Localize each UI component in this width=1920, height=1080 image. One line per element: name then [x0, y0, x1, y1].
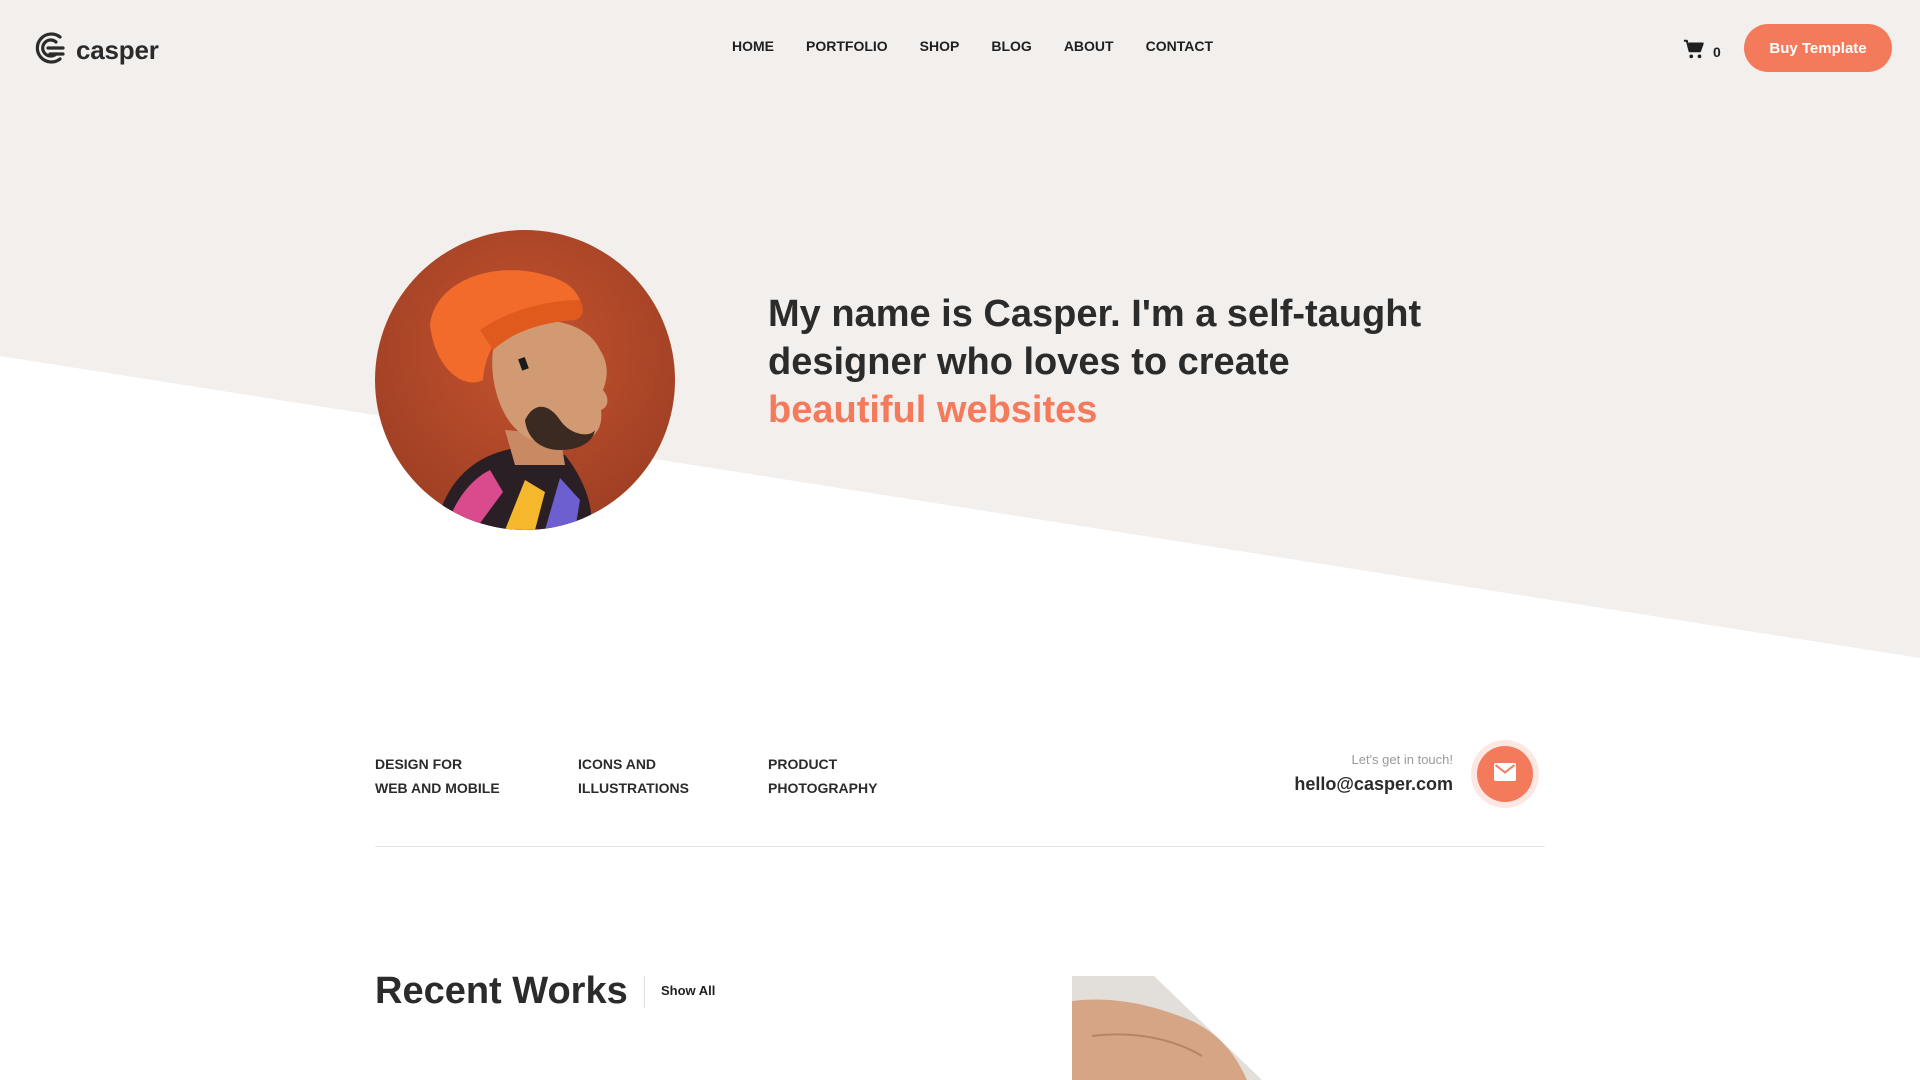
profile-avatar [375, 230, 675, 530]
contact-email-link[interactable]: hello@casper.com [1294, 774, 1453, 794]
email-button[interactable] [1477, 746, 1533, 802]
service-line: ICONS AND [578, 756, 657, 772]
service-line: PRODUCT [768, 756, 838, 772]
nav-about[interactable]: ABOUT [1064, 38, 1114, 54]
title-separator [644, 976, 645, 1008]
nav-contact[interactable]: CONTACT [1146, 38, 1213, 54]
service-line: PHOTOGRAPHY [768, 780, 878, 796]
cart-count: 0 [1713, 43, 1721, 60]
contact-info: Let's get in touch! hello@casper.com [1240, 750, 1453, 798]
nav-home[interactable]: HOME [732, 38, 774, 54]
envelope-icon [1494, 762, 1516, 786]
service-line: WEB AND MOBILE [375, 780, 500, 796]
work-thumbnail[interactable] [1072, 976, 1545, 1080]
nav-portfolio[interactable]: PORTFOLIO [806, 38, 888, 54]
main-nav: HOME PORTFOLIO SHOP BLOG ABOUT CONTACT [732, 38, 1213, 54]
cart-button[interactable]: 0 [1683, 38, 1721, 65]
headline-line-1: My name is Casper. I'm a self-taught [768, 293, 1422, 335]
headline-line-2: designer who loves to create [768, 341, 1290, 383]
contact-hint: Let's get in touch! [1351, 752, 1454, 767]
service-web-mobile: DESIGN FOR WEB AND MOBILE [375, 752, 500, 800]
show-all-link[interactable]: Show All [661, 983, 715, 998]
service-line: DESIGN FOR [375, 756, 463, 772]
recent-works-title: Recent Works [375, 970, 628, 1012]
service-product-photography: PRODUCT PHOTOGRAPHY [768, 752, 877, 800]
brand-logo[interactable]: casper [30, 30, 159, 71]
casper-logo-icon [30, 30, 66, 71]
headline-accent: beautiful websites [768, 389, 1098, 431]
nav-blog[interactable]: BLOG [991, 38, 1031, 54]
hero-headline: My name is Casper. I'm a self-taught des… [768, 290, 1488, 434]
section-divider [375, 846, 1545, 847]
shopping-cart-icon [1683, 38, 1705, 65]
brand-name: casper [76, 35, 159, 65]
buy-template-button[interactable]: Buy Template [1744, 24, 1892, 72]
hero-background [0, 0, 1920, 658]
service-icons-illustrations: ICONS AND ILLUSTRATIONS [578, 752, 689, 800]
nav-shop[interactable]: SHOP [920, 38, 960, 54]
service-line: ILLUSTRATIONS [578, 780, 689, 796]
